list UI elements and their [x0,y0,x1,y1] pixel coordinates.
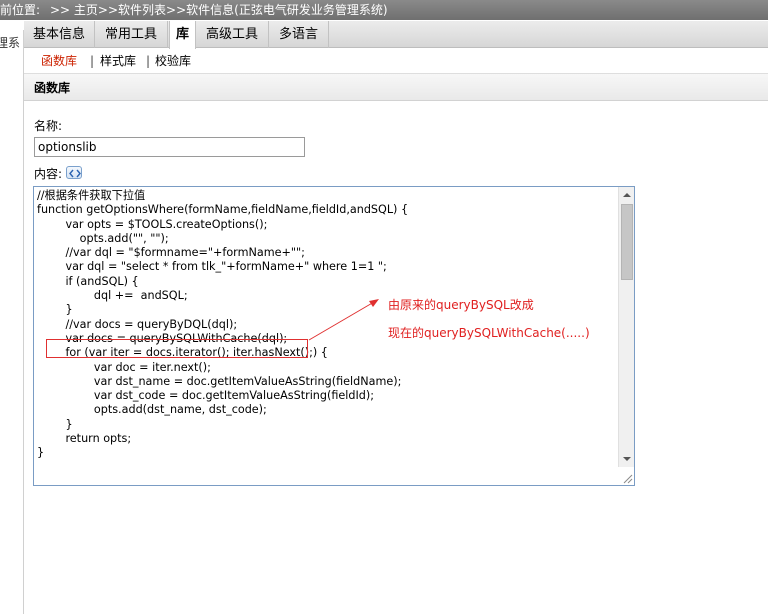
expand-editor-icon[interactable] [66,166,82,179]
tab-common-tools[interactable]: 常用工具 [95,21,168,48]
subtab-separator: | [90,54,95,68]
code-line: //var dql = "$formname="+formName+""; [37,246,305,260]
breadcrumb: >> 主页>>软件列表>>软件信息(正弦电气研发业务管理系统) [50,3,388,17]
annotation-text-line-2: 现在的queryBySQLWithCache(.....) [388,326,590,340]
code-line: var opts = $TOOLS.createOptions(); [37,217,268,231]
left-nav-text[interactable]: 理系 [0,34,20,51]
name-input[interactable] [34,137,305,157]
scrollbar-thumb[interactable] [621,204,633,280]
section-title: 函数库 [34,81,71,95]
scroll-down-icon[interactable] [619,451,634,467]
annotation-text-line-1: 由原来的queryBySQL改成 [388,298,534,312]
content-label: 内容: [34,167,63,181]
scroll-up-icon[interactable] [619,187,634,203]
tab-multi-language[interactable]: 多语言 [269,21,329,48]
code-line: if (andSQL) { [37,274,139,288]
tab-advanced-tools[interactable]: 高级工具 [196,21,269,48]
annotation-highlight-box [46,339,308,358]
vertical-scrollbar[interactable] [618,187,634,467]
code-line: } [37,446,45,460]
name-label: 名称: [34,119,63,133]
code-line: opts.add("", ""); [37,231,169,245]
resize-grip-icon[interactable] [621,472,633,484]
code-line: //根据条件获取下拉值 [37,189,146,202]
breadcrumb-label: 前位置: [0,3,41,17]
subtab-function-library[interactable]: 函数库 [41,50,77,72]
breadcrumb-bar: 前位置: >> 主页>>软件列表>>软件信息(正弦电气研发业务管理系统) [0,0,768,20]
code-line: var dst_name = doc.getItemValueAsString(… [37,374,402,388]
left-nav-fragment: 理系 [0,30,24,614]
subtab-style-library[interactable]: 样式库 [100,50,136,72]
code-line: return opts; [37,432,132,446]
subtab-validation-library[interactable]: 校验库 [155,50,191,72]
section-header: 函数库 [24,73,768,101]
code-line: var doc = iter.next(); [37,360,211,374]
code-line: opts.add(dst_name, dst_code); [37,403,267,417]
code-line: } [37,417,73,431]
code-line: var dql = "select * from tlk_"+formName+… [37,260,387,274]
code-line: function getOptionsWhere(formName,fieldN… [37,203,409,217]
tab-bar: 基本信息 常用工具 库 高级工具 多语言 [24,21,768,49]
subtab-separator: | [146,54,151,68]
code-line: var dst_code = doc.getItemValueAsString(… [37,389,375,403]
tab-library[interactable]: 库 [169,21,196,49]
tab-basic-info[interactable]: 基本信息 [24,21,95,48]
